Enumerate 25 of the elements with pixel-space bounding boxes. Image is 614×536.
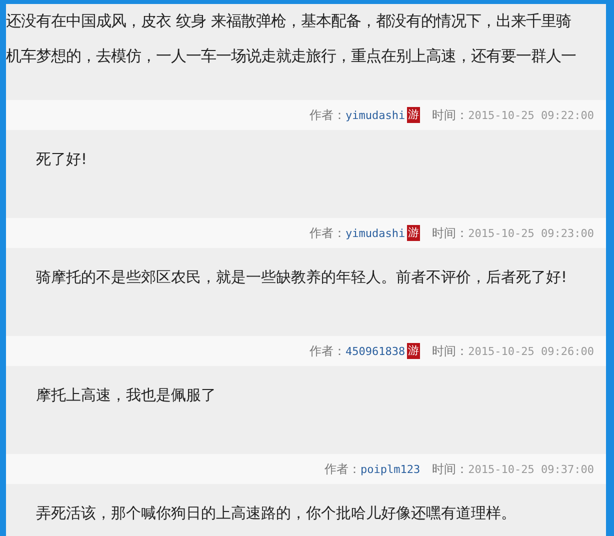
- reply-text: 骑摩托的不是些郊区农民，就是一些缺教养的年轻人。前者不评价，后者死了好!: [36, 268, 568, 287]
- reply-text: 弄死活该，那个喊你狗日的上高速路的，你个批哈儿好像还嘿有道理样。: [36, 504, 517, 523]
- author-label: 作者：: [310, 106, 346, 124]
- post-text: 机车梦想的，去模仿，一人一车一场说走就走旅行，重点在别上高速，还有要一群人一: [6, 46, 577, 67]
- time-label: 时间：: [432, 106, 468, 124]
- reply-text: 死了好!: [36, 150, 88, 169]
- post-time: 2015-10-25 09:22:00: [468, 108, 594, 122]
- time-label: 时间：: [432, 460, 468, 478]
- author-label: 作者：: [324, 460, 361, 478]
- author-link[interactable]: yimudashi: [346, 108, 406, 122]
- post-text: 还没有在中国成风，皮衣 纹身 来福散弹枪，基本配备，都没有的情况下，出来千里骑: [6, 11, 572, 32]
- guest-badge: 游: [407, 343, 420, 359]
- post-time: 2015-10-25 09:23:00: [468, 226, 594, 240]
- reply-text: 摩托上高速，我也是佩服了: [36, 386, 217, 405]
- author-link[interactable]: yimudashi: [346, 226, 406, 240]
- post-time: 2015-10-25 09:37:00: [468, 462, 594, 476]
- post-time: 2015-10-25 09:26:00: [468, 344, 594, 358]
- guest-badge: 游: [407, 107, 420, 123]
- guest-badge: 游: [407, 225, 420, 241]
- author-link[interactable]: 450961838: [346, 344, 406, 358]
- time-label: 时间：: [432, 342, 468, 360]
- author-label: 作者：: [310, 224, 346, 242]
- time-label: 时间：: [432, 224, 468, 242]
- author-label: 作者：: [310, 342, 346, 360]
- author-link[interactable]: poiplm123: [360, 462, 420, 476]
